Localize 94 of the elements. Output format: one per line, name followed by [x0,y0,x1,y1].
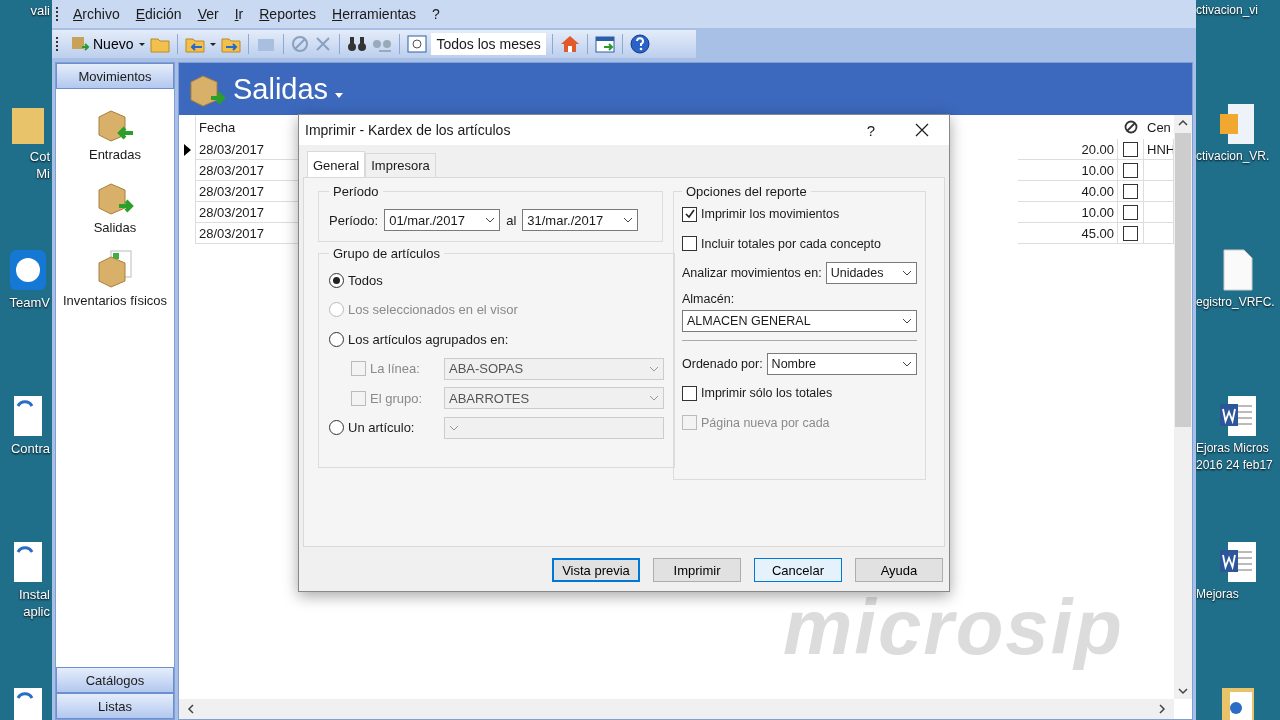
desktop-icon-label[interactable]: Mi [36,165,50,182]
chevron-down-icon[interactable] [623,217,634,223]
checkbox[interactable] [682,385,697,401]
radio-label[interactable]: Todos [348,272,383,288]
scroll-down-icon[interactable] [1178,687,1188,695]
checkbox-label[interactable]: Imprimir los movimientos [701,207,840,221]
grip-icon [56,37,61,51]
radio-button[interactable] [329,420,344,435]
table-cell: 45.00 [1018,223,1118,244]
checkbox[interactable] [1123,162,1138,178]
sidebar-header[interactable]: Movimientos [56,63,174,89]
sidebar-item[interactable]: Inventarios físicos [62,293,167,308]
dialog-button[interactable]: Imprimir [653,558,741,582]
vertical-scrollbar[interactable] [1174,115,1192,699]
field-label: Período: [329,212,379,228]
scrollbar-thumb[interactable] [1175,133,1191,427]
sidebar-item[interactable]: Entradas [88,147,141,162]
period-field[interactable]: Todos los meses [431,33,546,55]
radio-button[interactable] [329,272,344,288]
menu-item[interactable]: ? [424,6,448,22]
page-title[interactable]: Salidas [233,72,329,106]
dialog-title: Imprimir - Kardex de los artículos [305,122,512,138]
desktop-icon-label[interactable]: Instal [18,586,50,603]
menu-item[interactable]: Herramientas [324,6,425,22]
desktop-icon-label[interactable]: Mejoras [1196,586,1239,603]
tab[interactable]: General [307,151,366,177]
menu-item[interactable]: Reportes [251,6,325,22]
group-box-title: Período [332,184,380,199]
sidebar-section-button[interactable]: Listas [56,693,174,719]
desktop-icon-label[interactable]: Contra [10,440,50,457]
checkbox[interactable] [1123,141,1138,157]
chevron-down-icon[interactable] [902,360,912,367]
desktop-icon-label[interactable]: egistro_VRFC. [1196,294,1275,311]
desktop-icon-label[interactable]: Cot [29,148,50,165]
menu-item[interactable]: Archivo [65,6,128,22]
grip-icon [56,7,61,21]
desktop-icon-label[interactable]: 2016 24 feb17 [1196,457,1273,474]
desktop-icon-label[interactable]: vali [30,2,50,19]
desktop-icon-label[interactable]: TeamV [9,294,50,311]
dialog-button[interactable]: Cancelar [754,558,842,582]
dropdown[interactable]: ALMACEN GENERAL [682,309,917,332]
radio-button[interactable] [329,331,344,347]
chevron-down-icon[interactable] [902,317,912,324]
dialog-button[interactable]: Vista previa [552,558,640,582]
menu-item[interactable]: Edición [127,6,190,22]
help-button[interactable]: ? [866,121,875,139]
field-label: al [506,212,517,228]
field-label: Almacén: [682,291,736,306]
sidebar-section-button[interactable]: Catálogos [56,667,174,693]
scroll-right-icon[interactable] [1158,704,1166,714]
desktop-icon-label[interactable]: Ejoras Micros [1196,440,1269,457]
horizontal-scrollbar[interactable] [179,699,1174,719]
checkbox[interactable] [1123,204,1138,220]
dropdown[interactable]: Unidades [825,262,917,284]
scroll-left-icon[interactable] [187,704,195,714]
help-icon[interactable] [628,33,651,55]
tab[interactable]: Impresora [365,153,436,177]
checkbox[interactable] [1123,225,1138,241]
current-row-indicator-icon [183,143,191,156]
column-header[interactable]: Cen [1144,115,1174,139]
checkbox[interactable] [682,236,697,251]
group-box-title: Grupo de artículos [332,246,441,261]
table-cell: 10.00 [1018,160,1118,181]
sidebar-item[interactable]: Salidas [93,220,137,235]
cancel-icon [1124,120,1138,134]
field-label: Analizar movimientos en: [682,266,822,280]
scroll-up-icon[interactable] [1178,119,1188,127]
menu-item[interactable]: Ir [226,6,252,22]
table-cell: 40.00 [1018,181,1118,202]
binoculars-icon[interactable] [346,34,369,54]
chevron-down-icon[interactable] [485,217,496,223]
desktop-icon-label[interactable]: aplic [23,603,50,620]
dropdown[interactable]: Nombre [766,352,917,375]
chevron-down-icon[interactable] [902,270,912,276]
radio-label[interactable]: Un artículo: [348,420,415,435]
date-dropdown[interactable]: 31/mar./2017 [522,209,639,231]
desktop-icon-label[interactable]: ctivacion_VR. [1196,148,1270,165]
table-cell: 10.00 [1018,202,1118,223]
table-cell: 20.00 [1018,139,1118,160]
checkbox-label[interactable]: Incluir totales por cada concepto [701,236,881,251]
checkbox[interactable] [682,206,697,222]
field-label: Ordenado por: [682,356,763,371]
radio-label[interactable]: Los artículos agrupados en: [348,331,509,347]
new-button[interactable]: Nuevo [68,35,136,53]
date-dropdown[interactable]: 01/mar./2017 [384,209,501,231]
box-document-icon[interactable] [95,249,135,289]
desktop-icon-label[interactable]: ctivacion_vi [1196,2,1259,19]
close-icon[interactable] [915,123,929,137]
checkbox[interactable] [1123,183,1138,199]
box-arrow-icon [70,35,90,53]
checkbox-label[interactable]: Imprimir sólo los totales [701,386,833,400]
dialog-button[interactable]: Ayuda [855,558,943,582]
group-box-title: Opciones del reporte [685,184,808,199]
menu-item[interactable]: Ver [189,6,227,22]
